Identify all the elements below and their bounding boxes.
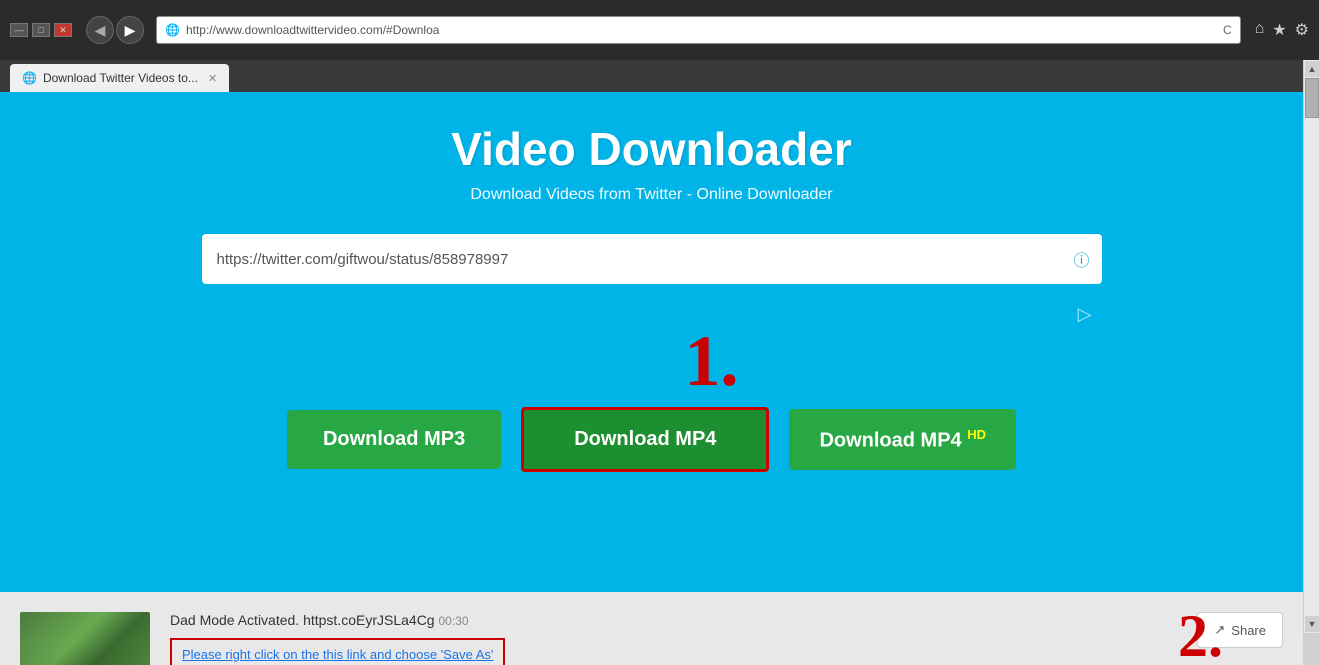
page-subtitle: Download Videos from Twitter - Online Do… [20, 186, 1283, 204]
step2-label: 2. [1178, 602, 1223, 665]
step1-label: 1. [80, 325, 1303, 397]
favorites-icon[interactable]: ★ [1272, 20, 1286, 40]
save-as-link[interactable]: Please right click on the this link and … [182, 647, 493, 662]
play-icon: ▷ [1078, 304, 1092, 324]
active-tab[interactable]: 🌐 Download Twitter Videos to... ✕ [10, 64, 229, 92]
address-bar[interactable]: 🌐 http://www.downloadtwittervideo.com/#D… [156, 16, 1241, 44]
tab-bar: 🌐 Download Twitter Videos to... ✕ [0, 60, 1319, 92]
result-duration: 00:30 [438, 614, 468, 628]
result-link-box: Please right click on the this link and … [170, 638, 505, 665]
window-controls: — □ ✕ [10, 23, 72, 37]
restore-button[interactable]: □ [32, 23, 50, 37]
share-label: Share [1231, 623, 1266, 638]
tab-favicon: 🌐 [22, 71, 37, 85]
download-mp4hd-button[interactable]: Download MP4 HD [789, 409, 1016, 471]
result-info: Dad Mode Activated. httpst.coEyrJSLa4Cg … [170, 612, 1177, 665]
result-section: Dad Mode Activated. httpst.coEyrJSLa4Cg … [0, 592, 1303, 665]
browser-actions: ⌂ ★ ⚙ [1255, 20, 1309, 40]
scrollbar-thumb[interactable] [1305, 78, 1319, 118]
settings-icon[interactable]: ⚙ [1295, 20, 1309, 40]
url-input-wrapper: ⓘ [202, 234, 1102, 284]
close-button[interactable]: ✕ [54, 23, 72, 37]
refresh-icon[interactable]: C [1223, 23, 1232, 37]
scrollbar: ▲ ▼ [1303, 60, 1319, 633]
play-area: ▷ [202, 304, 1102, 325]
page-area: Video Downloader Download Videos from Tw… [0, 92, 1303, 665]
tab-label: Download Twitter Videos to... [43, 71, 198, 85]
back-button[interactable]: ◀ [86, 16, 114, 44]
download-button-row: Download MP3 Download MP4 Download MP4 H… [20, 407, 1283, 472]
page-title: Video Downloader [20, 122, 1283, 176]
tab-close-icon[interactable]: ✕ [208, 72, 217, 85]
address-icon: 🌐 [165, 23, 180, 37]
minimize-button[interactable]: — [10, 23, 28, 37]
address-text: http://www.downloadtwittervideo.com/#Dow… [186, 23, 1219, 37]
hero-section: Video Downloader Download Videos from Tw… [0, 92, 1303, 592]
url-input[interactable] [202, 234, 1102, 284]
browser-chrome: — □ ✕ ◀ ▶ 🌐 http://www.downloadtwittervi… [0, 0, 1319, 60]
thumbnail-overlay [20, 644, 150, 665]
home-icon[interactable]: ⌂ [1255, 20, 1265, 40]
video-thumbnail [20, 612, 150, 665]
info-icon[interactable]: ⓘ [1073, 247, 1089, 271]
hd-label: HD [967, 427, 986, 442]
scroll-down-arrow[interactable]: ▼ [1305, 616, 1319, 632]
forward-button[interactable]: ▶ [116, 16, 144, 44]
download-mp3-button[interactable]: Download MP3 [287, 410, 501, 469]
download-mp4-button[interactable]: Download MP4 [521, 407, 769, 472]
scroll-up-arrow[interactable]: ▲ [1305, 61, 1319, 77]
result-title: Dad Mode Activated. httpst.coEyrJSLa4Cg … [170, 612, 1177, 628]
nav-buttons: ◀ ▶ [86, 16, 144, 44]
